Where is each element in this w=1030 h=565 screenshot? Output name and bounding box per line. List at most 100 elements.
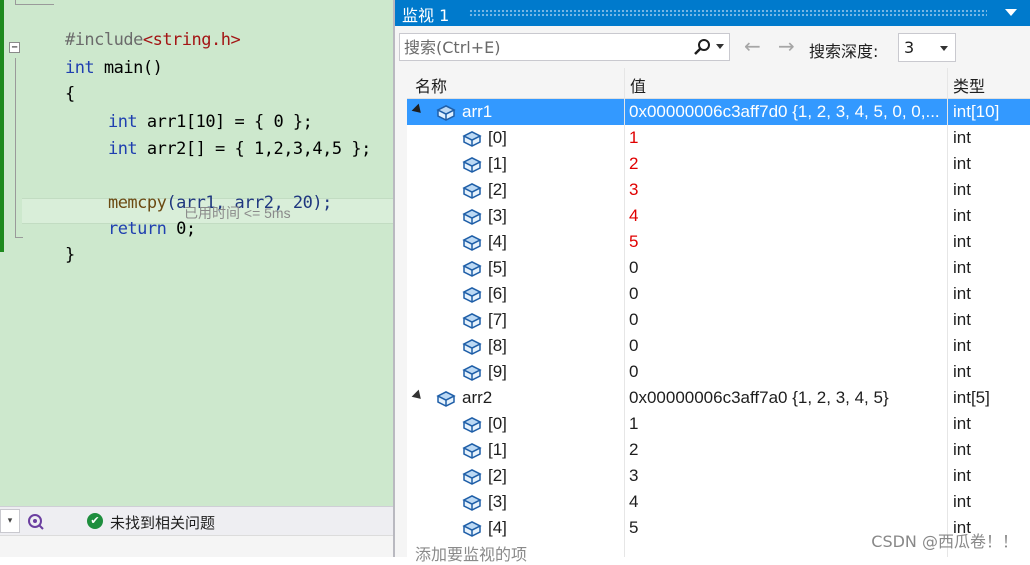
watch-name-cell[interactable]: [4] bbox=[488, 232, 507, 252]
column-header-value[interactable]: 值 bbox=[630, 73, 646, 97]
watch-value-cell[interactable]: 0 bbox=[629, 362, 945, 382]
watch-row-element[interactable]: [1] 2 int bbox=[407, 151, 1030, 177]
watch-type-cell: int bbox=[953, 180, 971, 199]
watch-row-element[interactable]: [1] 2 int bbox=[407, 437, 1030, 463]
intellicode-icon[interactable] bbox=[26, 512, 44, 530]
expand-collapse-icon[interactable] bbox=[411, 103, 425, 117]
watch-row-element[interactable]: [7] 0 int bbox=[407, 307, 1030, 333]
close-brace: } bbox=[64, 245, 75, 265]
variable-object-icon bbox=[461, 465, 483, 487]
chevron-down-icon bbox=[940, 46, 948, 51]
watch-name-cell[interactable]: [4] bbox=[488, 518, 507, 538]
watch-name-cell[interactable]: [0] bbox=[488, 414, 507, 434]
column-divider[interactable] bbox=[947, 68, 948, 557]
watch-row-element[interactable]: [0] 1 int bbox=[407, 411, 1030, 437]
watch-window: 监视 1 ← → 搜索深度: 3 名称 值 类型 bbox=[393, 0, 1030, 564]
fold-collapse-icon[interactable]: − bbox=[9, 42, 20, 53]
watch-type-cell: int bbox=[953, 440, 971, 459]
watch-row-element[interactable]: [3] 4 int bbox=[407, 203, 1030, 229]
column-header-type[interactable]: 类型 bbox=[953, 73, 985, 97]
watch-value-cell[interactable]: 0 bbox=[629, 310, 945, 330]
watch-name-cell[interactable]: [2] bbox=[488, 466, 507, 486]
perf-tip-elapsed[interactable]: 已用时间 <= 5ms bbox=[184, 203, 291, 223]
variable-object-icon bbox=[435, 387, 457, 409]
column-header-name[interactable]: 名称 bbox=[415, 73, 447, 97]
watch-row-variable[interactable]: arr2 0x00000006c3aff7a0 {1, 2, 3, 4, 5} in… bbox=[407, 385, 1030, 411]
watch-type-cell: int bbox=[953, 362, 971, 381]
search-back-button[interactable]: ← bbox=[744, 34, 761, 58]
watch-name-cell[interactable]: [3] bbox=[488, 206, 507, 226]
watch-row-element[interactable]: [6] 0 int bbox=[407, 281, 1030, 307]
title-grip[interactable] bbox=[469, 9, 987, 17]
search-depth-select[interactable]: 3 bbox=[898, 33, 956, 62]
watch-name-cell[interactable]: [3] bbox=[488, 492, 507, 512]
window-menu-dropdown-icon[interactable] bbox=[1005, 9, 1017, 16]
expand-collapse-icon[interactable] bbox=[411, 389, 425, 403]
change-margin-bar bbox=[0, 0, 4, 252]
variable-object-icon bbox=[461, 361, 483, 383]
watch-value-cell[interactable]: 4 bbox=[629, 492, 945, 512]
variable-object-icon bbox=[461, 309, 483, 331]
add-watch-item-placeholder[interactable]: 添加要监视的项 bbox=[415, 541, 527, 565]
watch-name-cell[interactable]: [2] bbox=[488, 180, 507, 200]
watch-value-cell[interactable]: 0x00000006c3aff7a0 {1, 2, 3, 4, 5} bbox=[629, 388, 945, 408]
watch-row-element[interactable]: [3] 4 int bbox=[407, 489, 1030, 515]
column-divider[interactable] bbox=[624, 68, 625, 557]
code-line-return[interactable]: return 0; bbox=[69, 199, 196, 259]
watch-value-cell[interactable]: 4 bbox=[629, 206, 945, 226]
arr2-declaration: arr2[] = { 1,2,3,4,5 }; bbox=[137, 139, 371, 159]
watch-name-cell[interactable]: arr2 bbox=[462, 388, 492, 408]
watch-value-cell[interactable]: 2 bbox=[629, 440, 945, 460]
watch-title-bar[interactable]: 监视 1 bbox=[395, 0, 1030, 26]
watch-row-element[interactable]: [2] 3 int bbox=[407, 463, 1030, 489]
watch-name-cell[interactable]: [1] bbox=[488, 154, 507, 174]
watch-row-element[interactable]: [8] 0 int bbox=[407, 333, 1030, 359]
watch-name-cell[interactable]: [0] bbox=[488, 128, 507, 148]
code-editor[interactable]: − #include<string.h> int main() { int ar… bbox=[0, 0, 393, 557]
watch-name-cell[interactable]: [9] bbox=[488, 362, 507, 382]
watch-name-cell[interactable]: arr1 bbox=[462, 102, 492, 122]
watch-row-element[interactable]: [9] 0 int bbox=[407, 359, 1030, 385]
variable-object-icon bbox=[461, 205, 483, 227]
watch-value-cell[interactable]: 0x00000006c3aff7d0 {1, 2, 3, 4, 5, 0, 0,… bbox=[629, 102, 945, 122]
watch-grid[interactable]: 名称 值 类型 arr1 0x00000006c3aff7d0 {1, 2, 3,… bbox=[407, 68, 1030, 557]
code-line-close-brace[interactable]: } bbox=[26, 225, 75, 285]
variable-object-icon bbox=[461, 127, 483, 149]
search-box[interactable] bbox=[399, 33, 730, 61]
watch-row-element[interactable]: [0] 1 int bbox=[407, 125, 1030, 151]
watch-value-cell[interactable]: 0 bbox=[629, 336, 945, 356]
code-line-open-brace[interactable]: { bbox=[26, 64, 75, 124]
watch-name-cell[interactable]: [6] bbox=[488, 284, 507, 304]
watch-value-cell[interactable]: 0 bbox=[629, 258, 945, 278]
issues-status-text[interactable]: 未找到相关问题 bbox=[110, 512, 215, 533]
grid-header: 名称 值 类型 bbox=[407, 68, 1030, 99]
editor-status-bar: ▾ ✔ 未找到相关问题 bbox=[0, 506, 393, 535]
no-issues-check-icon: ✔ bbox=[87, 513, 103, 529]
zoom-dropdown[interactable]: ▾ bbox=[0, 509, 20, 533]
watch-value-cell[interactable]: 3 bbox=[629, 180, 945, 200]
watch-value-cell[interactable]: 1 bbox=[629, 414, 945, 434]
watch-name-cell[interactable]: [7] bbox=[488, 310, 507, 330]
watch-value-cell[interactable]: 0 bbox=[629, 284, 945, 304]
watch-row-element[interactable]: [5] 0 int bbox=[407, 255, 1030, 281]
code-line-arr2[interactable]: int arr2[] = { 1,2,3,4,5 }; bbox=[69, 119, 371, 179]
watch-type-cell: int bbox=[953, 206, 971, 225]
fold-guide-end bbox=[15, 237, 23, 238]
watch-value-cell[interactable]: 3 bbox=[629, 466, 945, 486]
watch-name-cell[interactable]: [1] bbox=[488, 440, 507, 460]
search-icon[interactable] bbox=[692, 37, 712, 57]
keyword-return: return bbox=[107, 219, 167, 239]
search-options-dropdown-icon[interactable] bbox=[716, 44, 724, 49]
watch-value-cell[interactable]: 2 bbox=[629, 154, 945, 174]
search-forward-button[interactable]: → bbox=[778, 34, 795, 58]
search-input[interactable] bbox=[404, 36, 674, 58]
watch-value-cell[interactable]: 5 bbox=[629, 232, 945, 252]
watch-value-cell[interactable]: 1 bbox=[629, 128, 945, 148]
watch-row-element[interactable]: [4] 5 int bbox=[407, 229, 1030, 255]
watch-name-cell[interactable]: [8] bbox=[488, 336, 507, 356]
watch-row-variable[interactable]: arr1 0x00000006c3aff7d0 {1, 2, 3, 4, 5, 0… bbox=[407, 99, 1030, 125]
watch-name-cell[interactable]: [5] bbox=[488, 258, 507, 278]
watch-row-element[interactable]: [2] 3 int bbox=[407, 177, 1030, 203]
variable-object-icon bbox=[435, 101, 457, 123]
variable-object-icon bbox=[461, 413, 483, 435]
